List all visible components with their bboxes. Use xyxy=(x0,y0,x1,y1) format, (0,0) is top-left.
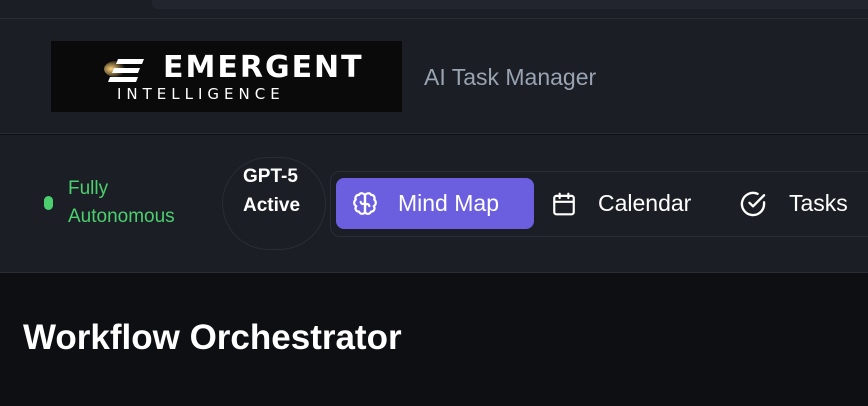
logo-wordmark: EMERGENT xyxy=(163,50,364,85)
tab-calendar[interactable]: Calendar xyxy=(549,178,719,229)
status-dot-icon xyxy=(44,196,53,210)
status-label: Fully Autonomous xyxy=(68,178,175,227)
top-field xyxy=(152,0,868,9)
view-switcher: Mind Map Calendar Tasks xyxy=(330,171,868,237)
brain-icon xyxy=(353,191,377,215)
logo-tagline: INTELLIGENCE xyxy=(117,85,285,103)
window-top-bar xyxy=(0,0,868,19)
app-header: EMERGENT INTELLIGENCE AI Task Manager xyxy=(0,19,868,134)
tab-tasks-label: Tasks xyxy=(789,190,848,216)
calendar-icon xyxy=(553,192,575,215)
check-circle-icon xyxy=(740,191,766,216)
tab-mind-map-label: Mind Map xyxy=(398,190,499,216)
brand-logo[interactable]: EMERGENT INTELLIGENCE xyxy=(51,41,402,112)
page-title: Workflow Orchestrator xyxy=(23,318,402,357)
toolbar: Fully Autonomous GPT-5 Active Mind Map C… xyxy=(0,135,868,273)
logo-mark-icon xyxy=(104,59,144,82)
tab-tasks[interactable]: Tasks xyxy=(737,178,868,229)
tab-mind-map[interactable]: Mind Map xyxy=(336,178,534,229)
model-status-badge: GPT-5 Active xyxy=(222,157,326,250)
model-status-label: GPT-5 Active xyxy=(243,166,301,216)
app-subtitle: AI Task Manager xyxy=(424,64,597,90)
tab-calendar-label: Calendar xyxy=(598,190,692,216)
